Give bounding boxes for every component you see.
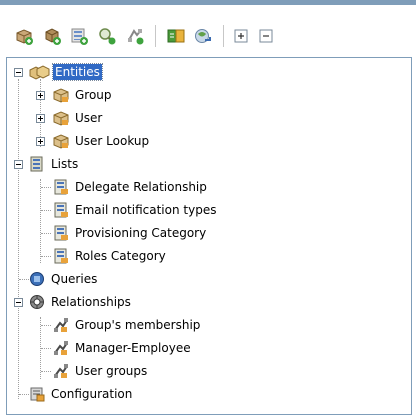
export-icon[interactable]: [193, 26, 213, 46]
collapse-toggle-icon[interactable]: [14, 160, 23, 169]
tree-node-label: Group: [75, 88, 112, 102]
configuration-icon: [30, 387, 45, 402]
tree-node-label: Provisioning Category: [75, 226, 207, 240]
tree-guide-line: [41, 187, 51, 189]
tree-node-manager-employee[interactable]: Manager-Employee: [7, 337, 407, 360]
expand-toggle-icon[interactable]: [36, 91, 45, 100]
tree-guide-line: [41, 233, 51, 235]
tree-guide-line: [19, 394, 29, 396]
tree-node-label: Queries: [51, 272, 98, 286]
tree-node-user-lookup[interactable]: User Lookup: [7, 130, 407, 153]
collapse-toggle-icon[interactable]: [14, 68, 23, 77]
entities-folder-icon: [29, 65, 50, 80]
expand-all-icon[interactable]: [231, 26, 251, 46]
toolbar-separator: [155, 25, 157, 47]
tree-node-label: Delegate Relationship: [75, 180, 207, 194]
list-item-icon: [54, 202, 68, 218]
tree-node-user[interactable]: User: [7, 107, 407, 130]
tree-node-email-notification-types[interactable]: Email notification types: [7, 199, 407, 222]
queries-icon: [30, 272, 44, 286]
entity-box-icon: [53, 88, 69, 103]
tree-node-relationships[interactable]: Relationships: [7, 291, 407, 314]
tree-node-groups-membership[interactable]: Group's membership: [7, 314, 407, 337]
tree-node-entities[interactable]: Entities: [7, 61, 407, 84]
tree-node-configuration[interactable]: Configuration: [7, 383, 407, 406]
relationships-icon: [30, 295, 44, 309]
lists-icon: [30, 156, 43, 172]
tree-node-lists[interactable]: Lists: [7, 153, 407, 176]
import-icon[interactable]: [166, 26, 186, 46]
tree-node-label: Email notification types: [75, 203, 217, 217]
tree-node-label: User Lookup: [75, 134, 150, 148]
tree-node-label: Roles Category: [75, 249, 166, 263]
relationship-icon: [54, 341, 68, 355]
list-item-icon: [54, 179, 68, 195]
tree-guide-line: [41, 256, 51, 258]
relationship-icon: [54, 318, 68, 332]
collapse-all-icon[interactable]: [256, 26, 276, 46]
entity-box-icon: [53, 111, 69, 126]
tree-node-label: Lists: [51, 157, 79, 171]
tree-node-queries[interactable]: Queries: [7, 268, 407, 291]
list-item-icon: [54, 225, 68, 241]
tree-node-group[interactable]: Group: [7, 84, 407, 107]
tree-guide-line: [41, 348, 51, 350]
tree-node-label: Configuration: [51, 387, 133, 401]
tree-node-label: Relationships: [51, 295, 131, 309]
expand-toggle-icon[interactable]: [36, 137, 45, 146]
tree-guide-line: [41, 371, 51, 373]
collapse-toggle-icon[interactable]: [14, 298, 23, 307]
list-add-icon[interactable]: [69, 26, 89, 46]
tree-node-label: Entities: [52, 63, 103, 81]
tree-guide-line: [41, 325, 51, 327]
tree-node-delegate-relationship[interactable]: Delegate Relationship: [7, 176, 407, 199]
tree-node-user-groups[interactable]: User groups: [7, 360, 407, 383]
toolbar-separator: [223, 25, 225, 47]
relationship-icon: [54, 364, 68, 378]
tree-node-roles-category[interactable]: Roles Category: [7, 245, 407, 268]
tree-node-provisioning-category[interactable]: Provisioning Category: [7, 222, 407, 245]
tree-guide-line: [41, 210, 51, 212]
tree-guide-line: [19, 279, 29, 281]
relationship-add-icon[interactable]: [125, 26, 145, 46]
tree-node-label: Manager-Employee: [75, 341, 191, 355]
tree-node-label: Group's membership: [75, 318, 201, 332]
tree-panel[interactable]: Entities Group User User Lookup Lists De…: [6, 57, 412, 415]
expand-toggle-icon[interactable]: [36, 114, 45, 123]
entity-copy-icon[interactable]: [42, 26, 62, 46]
query-search-icon[interactable]: [97, 26, 117, 46]
entity-box-icon: [53, 134, 69, 149]
list-item-icon: [54, 248, 68, 264]
tree-node-label: User groups: [75, 364, 148, 378]
toolbar: [0, 5, 416, 55]
entity-add-icon[interactable]: [14, 26, 34, 46]
tree-node-label: User: [75, 111, 103, 125]
